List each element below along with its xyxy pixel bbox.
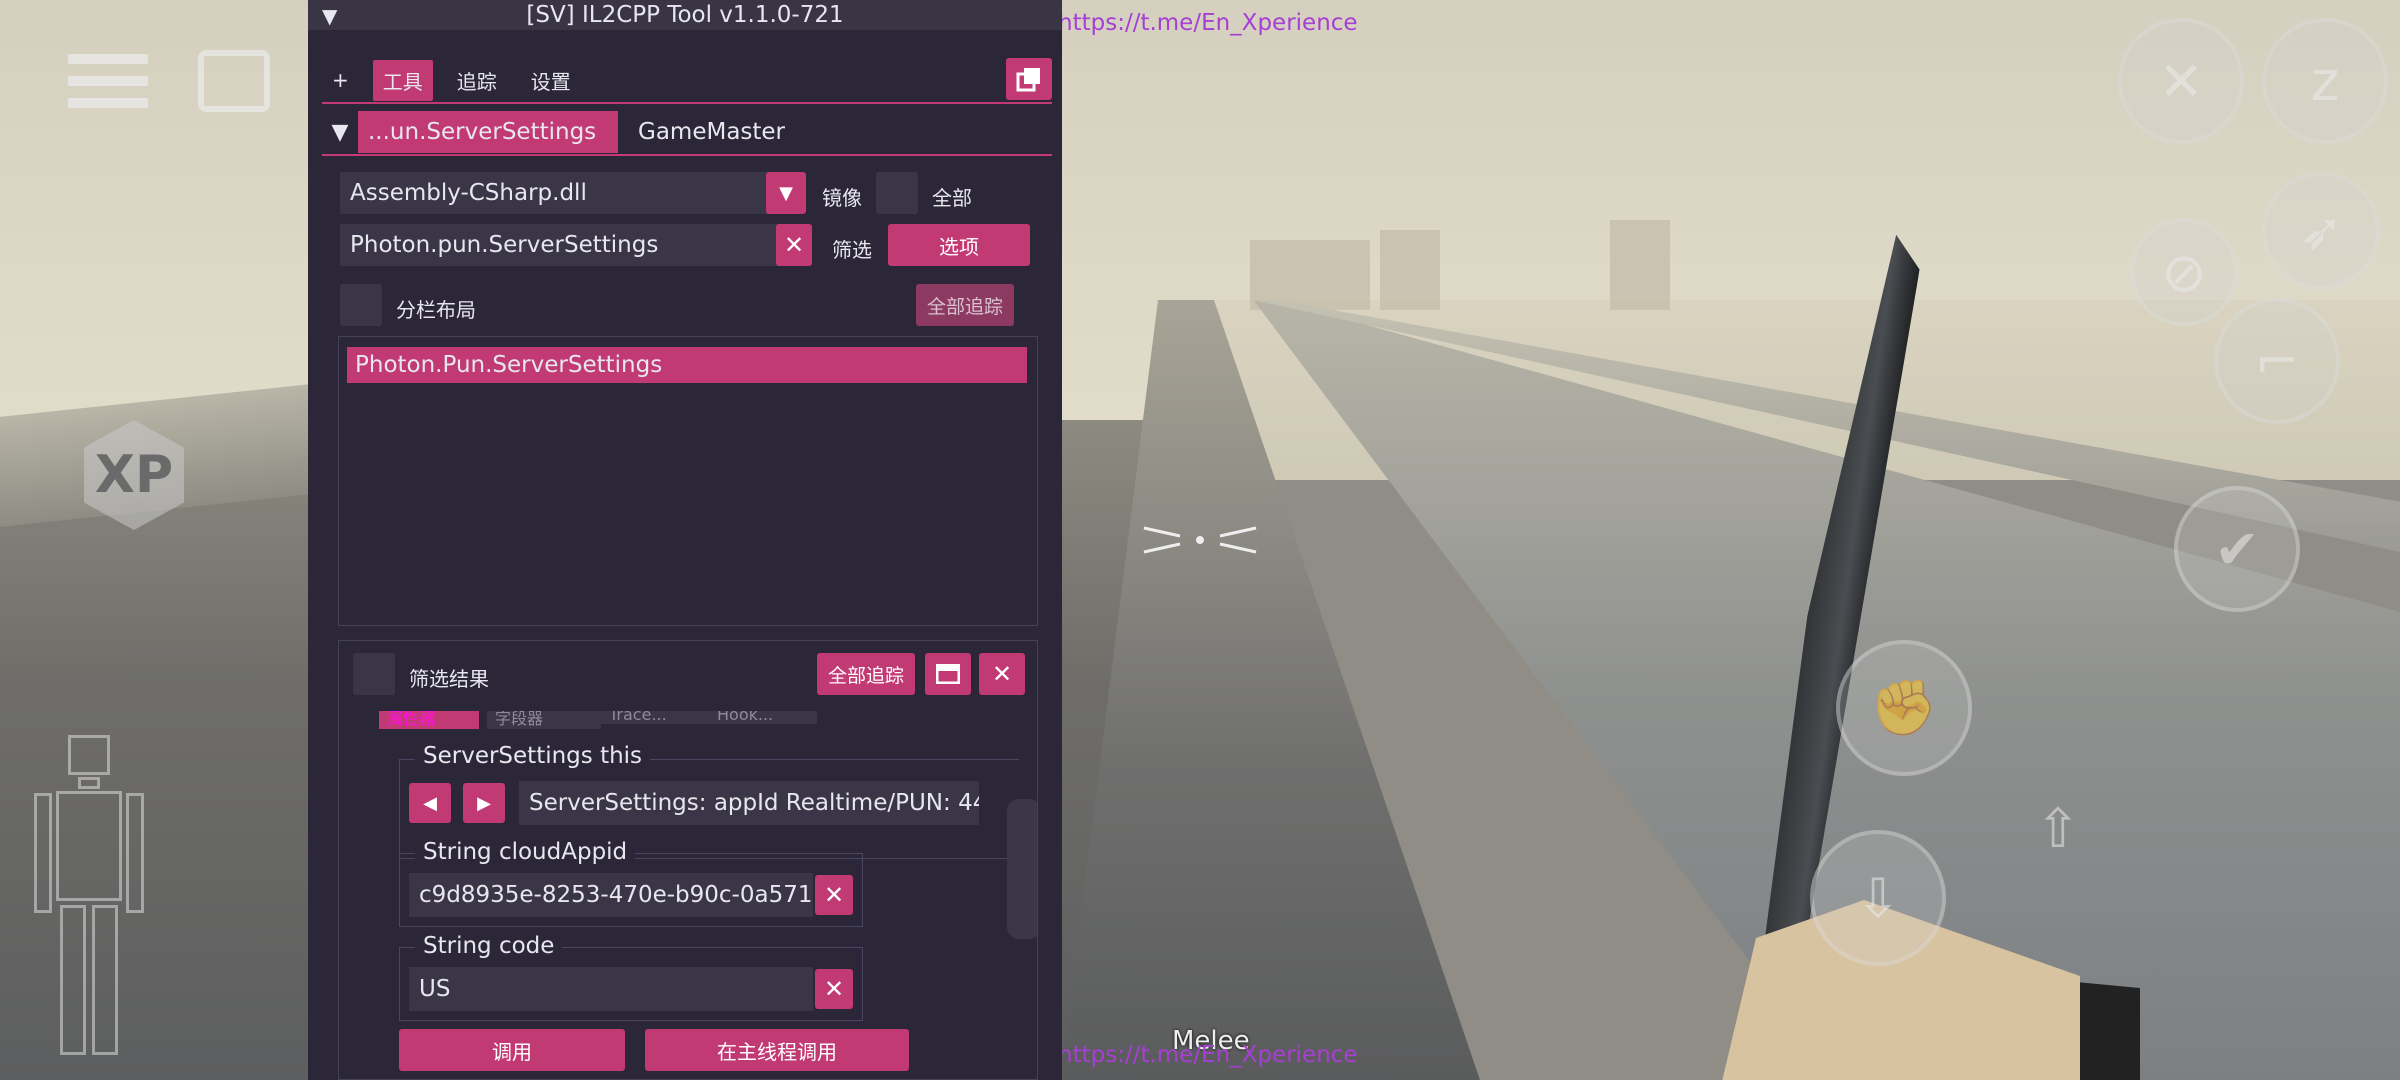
crouch-arrow-icon[interactable]: ⇩ (1810, 830, 1946, 966)
backpack-icon[interactable] (198, 50, 270, 112)
prev-button[interactable]: ◀ (409, 783, 451, 823)
class-subtabs: ▼ ...un.ServerSettings GameMaster (322, 110, 1052, 156)
cloudappid-label: String cloudAppid (415, 839, 636, 865)
collapse-arrow-icon[interactable]: ▼ (322, 4, 337, 28)
subtab-serversettings[interactable]: ...un.ServerSettings (358, 111, 618, 153)
assembly-dropdown-button[interactable]: ▼ (766, 172, 806, 214)
member-tab[interactable]: Trace... (601, 711, 709, 724)
class-filter-input[interactable]: Photon.pun.ServerSettings (340, 224, 780, 266)
crosshair-icon (1143, 526, 1257, 554)
wing-icon[interactable]: ➶ (2262, 172, 2380, 290)
punch-icon[interactable]: ✊ (1836, 640, 1972, 776)
subtab-gamemaster[interactable]: GameMaster (628, 111, 795, 153)
next-button[interactable]: ▶ (463, 783, 505, 823)
all-label: 全部 (932, 186, 972, 210)
body-health-figure (32, 735, 144, 1060)
window-button[interactable] (925, 653, 971, 695)
tab-settings[interactable]: 设置 (521, 60, 581, 101)
member-tab[interactable]: 字段器 (487, 711, 601, 729)
clear-filter-button[interactable]: ✕ (776, 224, 812, 266)
ruin-building (1250, 240, 1370, 310)
this-group-label: ServerSettings this (415, 743, 651, 769)
sleep-icon[interactable]: z (2262, 18, 2388, 144)
windows-icon (1016, 68, 1040, 92)
filter-label: 筛选 (832, 238, 872, 262)
il2cpp-tool-panel: ▼ [SV] IL2CPP Tool v1.1.0-721 + 工具 追踪 设置… (308, 0, 1062, 1080)
list-item[interactable]: Photon.Pun.ServerSettings (347, 347, 1027, 383)
clear-code-button[interactable]: ✕ (815, 969, 853, 1009)
invoke-main-thread-button[interactable]: 在主线程调用 (645, 1029, 909, 1071)
window-toggle-button[interactable] (1006, 58, 1052, 100)
scrollbar[interactable] (1007, 799, 1037, 939)
jump-arrow-icon[interactable]: ⇧ (1990, 760, 2126, 896)
main-tabs: + 工具 追踪 设置 (322, 58, 1052, 104)
ruin-building (1380, 230, 1440, 310)
window-icon (936, 664, 960, 684)
member-tab[interactable]: 属性器 (379, 711, 479, 729)
filter-results-label: 筛选结果 (409, 667, 489, 691)
split-layout-label: 分栏布局 (396, 298, 476, 322)
filter-results-checkbox[interactable] (353, 653, 395, 695)
assembly-select[interactable]: Assembly-CSharp.dll (340, 172, 774, 214)
check-icon[interactable]: ✔ (2174, 486, 2300, 612)
pistol-icon[interactable]: ⌐ (2214, 298, 2340, 424)
mute-voice-icon[interactable]: ✕ (2118, 18, 2244, 144)
code-input[interactable]: US (409, 967, 813, 1011)
panel-title: [SV] IL2CPP Tool v1.1.0-721 (526, 2, 844, 28)
mirror-label: 镜像 (822, 186, 862, 210)
code-label: String code (415, 933, 563, 959)
clear-cloudappid-button[interactable]: ✕ (815, 875, 853, 915)
class-results-list: Photon.Pun.ServerSettings (338, 336, 1038, 626)
trace-all-results-button[interactable]: 全部追踪 (817, 653, 915, 695)
watermark-link[interactable]: https://t.me/En_Xperience (1058, 10, 1358, 36)
tab-trace[interactable]: 追踪 (447, 60, 507, 101)
crouch-disabled-icon[interactable]: ⊘ (2130, 218, 2238, 326)
watermark-link[interactable]: https://t.me/En_Xperience (1058, 1042, 1358, 1068)
cloudappid-input[interactable]: c9d8935e-8253-470e-b90c-0a57190 (409, 873, 813, 917)
panel-titlebar[interactable]: ▼ [SV] IL2CPP Tool v1.1.0-721 (308, 0, 1062, 30)
ruin-tower (1610, 220, 1670, 310)
tab-tools[interactable]: 工具 (372, 59, 433, 101)
tab-add[interactable]: + (322, 62, 359, 98)
options-button[interactable]: 选项 (888, 224, 1030, 266)
menu-icon[interactable] (68, 54, 148, 110)
member-tab[interactable]: Hook... (709, 711, 817, 724)
invoke-button[interactable]: 调用 (399, 1029, 625, 1071)
close-results-button[interactable]: ✕ (979, 653, 1025, 695)
member-tabs-strip: 属性器 字段器 Trace... Hook... (379, 711, 939, 729)
trace-all-button[interactable]: 全部追踪 (916, 284, 1014, 326)
all-checkbox[interactable] (876, 172, 918, 214)
subtab-menu-icon[interactable]: ▼ (322, 120, 358, 145)
filter-results-inspector: 筛选结果 全部追踪 ✕ 属性器 字段器 Trace... Hook... Ser… (338, 640, 1038, 1080)
split-layout-checkbox[interactable] (340, 284, 382, 326)
this-value-field[interactable]: ServerSettings: appId Realtime/PUN: 445 (519, 781, 979, 825)
